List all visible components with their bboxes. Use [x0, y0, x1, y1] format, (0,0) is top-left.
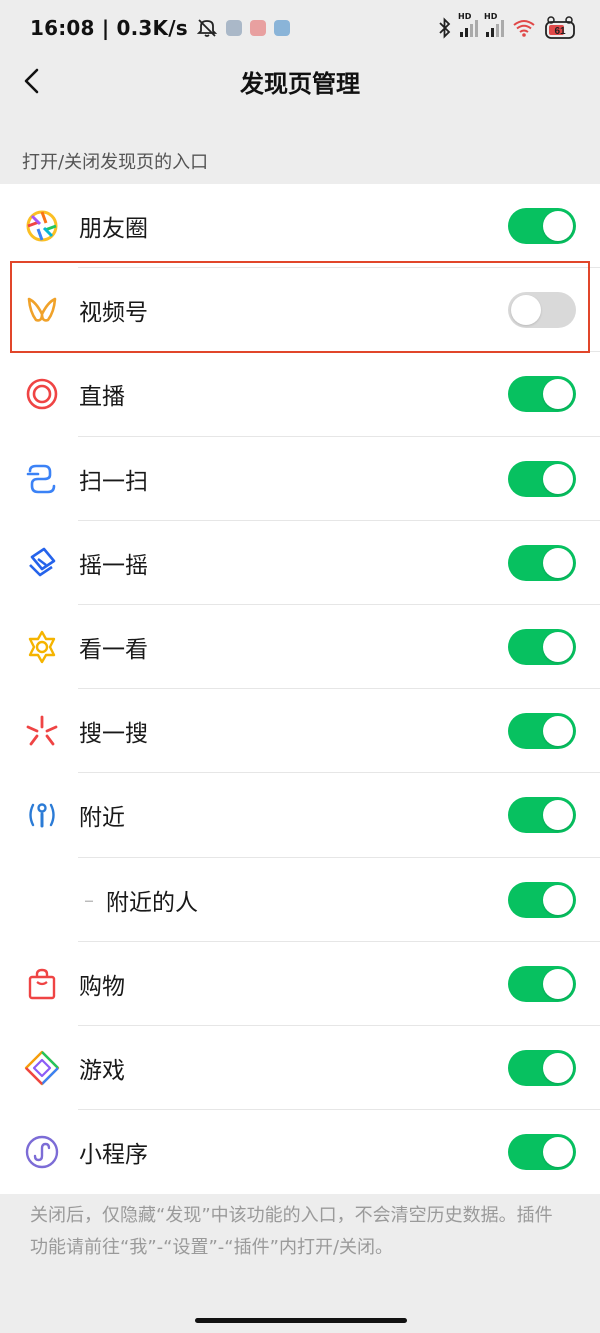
toggle-knob [511, 295, 541, 326]
setting-row-moments[interactable]: 朋友圈 [0, 184, 600, 269]
toggle-knob [543, 1052, 573, 1083]
setting-label: 看一看 [79, 637, 148, 664]
mini-app-icon [249, 20, 266, 36]
games-icon [24, 1050, 60, 1086]
battery-level: 61 [554, 26, 566, 37]
toggle-switch[interactable] [508, 1134, 576, 1171]
home-indicator[interactable] [195, 1318, 407, 1323]
discover-settings-list: 朋友圈 视频号 直播 扫一扫 摇一摇 看一看 搜一搜 附近 – 附近的人 购物 … [0, 184, 600, 1195]
mini-app-icon [273, 20, 290, 36]
bluetooth-icon [439, 17, 451, 39]
setting-label: 朋友圈 [79, 216, 148, 243]
moments-icon [26, 210, 58, 242]
toggle-switch[interactable] [508, 713, 576, 750]
setting-label: 附近的人 [106, 889, 198, 916]
signal-icon: HD [458, 12, 478, 37]
mini-programs-icon [25, 1135, 59, 1169]
setting-row-scan[interactable]: 扫一扫 [0, 437, 600, 521]
toggle-knob [543, 379, 573, 410]
setting-label: 附近 [79, 805, 125, 832]
mute-icon [196, 19, 218, 37]
setting-row-people-nearby[interactable]: – 附近的人 [0, 858, 600, 942]
scan-icon [26, 464, 56, 493]
mini-app-icon [225, 20, 242, 36]
toggle-switch[interactable] [508, 881, 576, 918]
status-bar: 16:08 | 0.3K/s HD HD 61 [0, 0, 600, 56]
sub-item-dash: – [84, 887, 94, 912]
signal-icon: HD [484, 12, 504, 37]
toggle-switch[interactable] [508, 965, 576, 1002]
setting-row-top-stories[interactable]: 看一看 [0, 605, 600, 690]
toggle-knob [543, 968, 573, 999]
hd-badge: HD [484, 12, 498, 21]
shopping-icon [28, 968, 56, 999]
setting-label: 直播 [79, 384, 125, 411]
toggle-switch[interactable] [508, 797, 576, 834]
toggle-switch[interactable] [508, 460, 576, 497]
wifi-icon [513, 20, 535, 37]
toggle-knob [543, 632, 573, 663]
toggle-switch[interactable] [508, 376, 576, 413]
toggle-switch[interactable] [508, 208, 576, 245]
battery-icon: 61 [545, 16, 575, 39]
setting-label: 视频号 [79, 300, 148, 327]
setting-row-shopping[interactable]: 购物 [0, 942, 600, 1027]
setting-row-shake[interactable]: 摇一摇 [0, 521, 600, 606]
status-left: 16:08 | 0.3K/s [30, 16, 290, 40]
nav-header: 发现页管理 [0, 56, 600, 106]
setting-label: 游戏 [79, 1057, 125, 1084]
footer-note: 关闭后，仅隐藏“发现”中该功能的入口，不会清空历史数据。插件功能请前往“我”-“… [30, 1205, 553, 1258]
status-right: HD HD 61 [438, 12, 578, 40]
setting-row-nearby[interactable]: 附近 [0, 773, 600, 858]
channels-icon [27, 297, 57, 322]
setting-label: 小程序 [79, 1142, 148, 1169]
toggle-knob [543, 211, 573, 242]
toggle-knob [543, 800, 573, 831]
toggle-switch[interactable] [508, 1049, 576, 1086]
status-time-speed: 16:08 | 0.3K/s [30, 16, 188, 40]
setting-label: 摇一摇 [79, 552, 148, 579]
hd-badge: HD [458, 12, 472, 21]
top-stories-icon [28, 630, 56, 664]
toggle-knob [543, 463, 573, 494]
search-icon [26, 715, 58, 746]
setting-row-search[interactable]: 搜一搜 [0, 689, 600, 774]
toggle-switch[interactable] [508, 544, 576, 581]
live-icon [26, 379, 58, 410]
toggle-switch[interactable] [508, 629, 576, 666]
toggle-knob [543, 716, 573, 747]
setting-row-mini-programs[interactable]: 小程序 [0, 1110, 600, 1194]
setting-row-live[interactable]: 直播 [0, 352, 600, 437]
setting-label: 购物 [79, 973, 125, 1000]
setting-label: 扫一扫 [79, 468, 148, 495]
toggle-knob [543, 1137, 573, 1168]
toggle-knob [543, 884, 573, 915]
section-label: 打开/关闭发现页的入口 [22, 152, 209, 173]
toggle-knob [543, 547, 573, 578]
setting-label: 搜一搜 [79, 721, 148, 748]
page-title: 发现页管理 [240, 70, 360, 98]
setting-row-channels[interactable]: 视频号 [0, 268, 600, 353]
shake-icon [29, 547, 56, 577]
nearby-icon [29, 803, 55, 828]
toggle-switch[interactable] [508, 292, 576, 329]
setting-row-games[interactable]: 游戏 [0, 1026, 600, 1111]
